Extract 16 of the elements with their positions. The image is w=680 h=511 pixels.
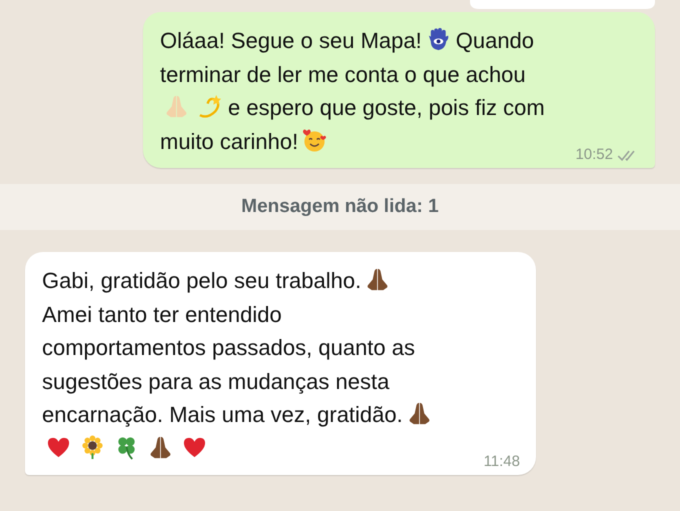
sunflower-icon xyxy=(80,434,105,460)
message-text: Oláaa! Segue o seu Mapa! xyxy=(160,28,422,53)
message-text: Amei tanto ter entendido xyxy=(42,302,282,326)
message-text: Quando xyxy=(456,28,534,53)
dizzy-star-icon xyxy=(198,94,223,119)
smiling-face-hearts-icon xyxy=(302,128,328,152)
message-text: muito carinho! xyxy=(160,128,298,154)
unread-label: Mensagem não lida: 1 xyxy=(241,196,439,218)
message-text: comportamentos passados, quanto as xyxy=(42,335,416,360)
message-text: encarnação. Mais uma vez, gratidão. xyxy=(42,402,403,427)
message-text: e espero que goste, pois fiz com xyxy=(228,95,545,120)
message-text: sugestões para as mudanças nesta xyxy=(42,368,390,394)
message-time: 11:48 xyxy=(484,453,520,471)
message-text: Gabi, gratidão pelo seu trabalho. xyxy=(42,268,362,293)
message-time: 10:52 xyxy=(575,146,613,164)
message-text: terminar de ler me conta o que achou xyxy=(160,62,526,86)
